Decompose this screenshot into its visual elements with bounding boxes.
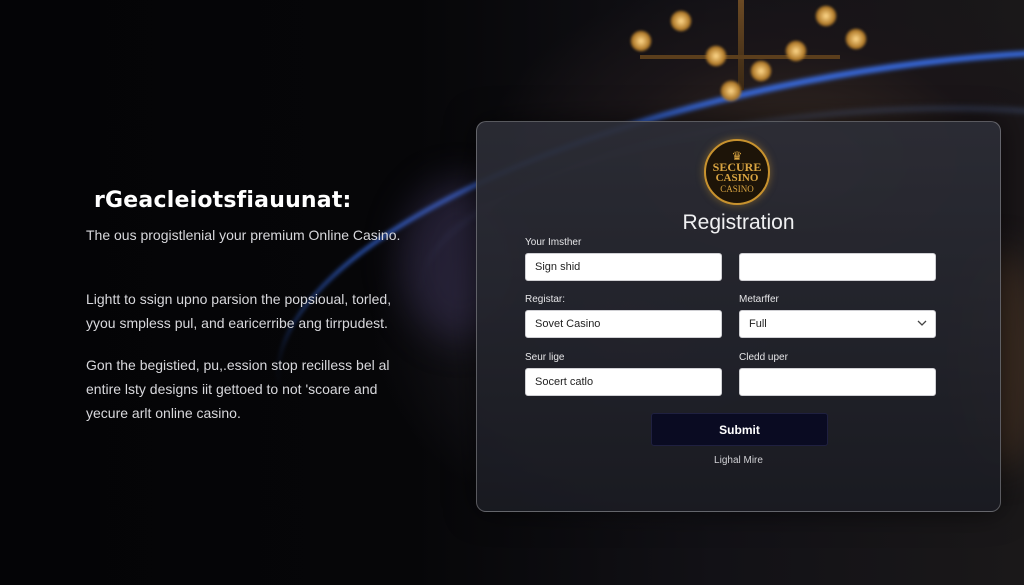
field-label-3: Registar: [525,294,566,305]
subheadline: The ous progistlenial your premium Onlin… [86,227,401,243]
secure-casino-logo: ♛ SECURE CASINO CASINO [704,139,770,205]
field-label-1: Your Imsther [525,237,582,248]
chevron-down-icon [917,320,927,326]
field-label-4: Metarffer [739,294,779,305]
register-field[interactable]: Sovet Casino [525,310,722,338]
footer-link[interactable]: Lighal Mire [477,455,1000,466]
second-field[interactable] [739,253,936,281]
field-label-6: Cledd uper [739,352,788,363]
field-label-5: Seur lige [525,352,565,363]
metarffer-select[interactable]: Full [739,310,936,338]
submit-button[interactable]: Submit [651,413,828,446]
cledd-field[interactable] [739,368,936,396]
name-field[interactable]: Sign shid [525,253,722,281]
intro-paragraph-2: Gon the begistied, pu,.ession stop recil… [86,357,390,421]
form-title: Registration [682,211,795,234]
chandelier [600,0,880,110]
intro-paragraph-1: Lightt to ssign upno parsion the popsiou… [86,291,392,331]
headline: rGeacleiotsfiauunat: [94,188,352,213]
intro-section: rGeacleiotsfiauunat: The ous progistleni… [86,188,446,443]
secret-field[interactable]: Socert catlo [525,368,722,396]
crown-icon: ♛ [731,148,743,163]
registration-card: ♛ SECURE CASINO CASINO Registration Your… [476,121,1001,512]
